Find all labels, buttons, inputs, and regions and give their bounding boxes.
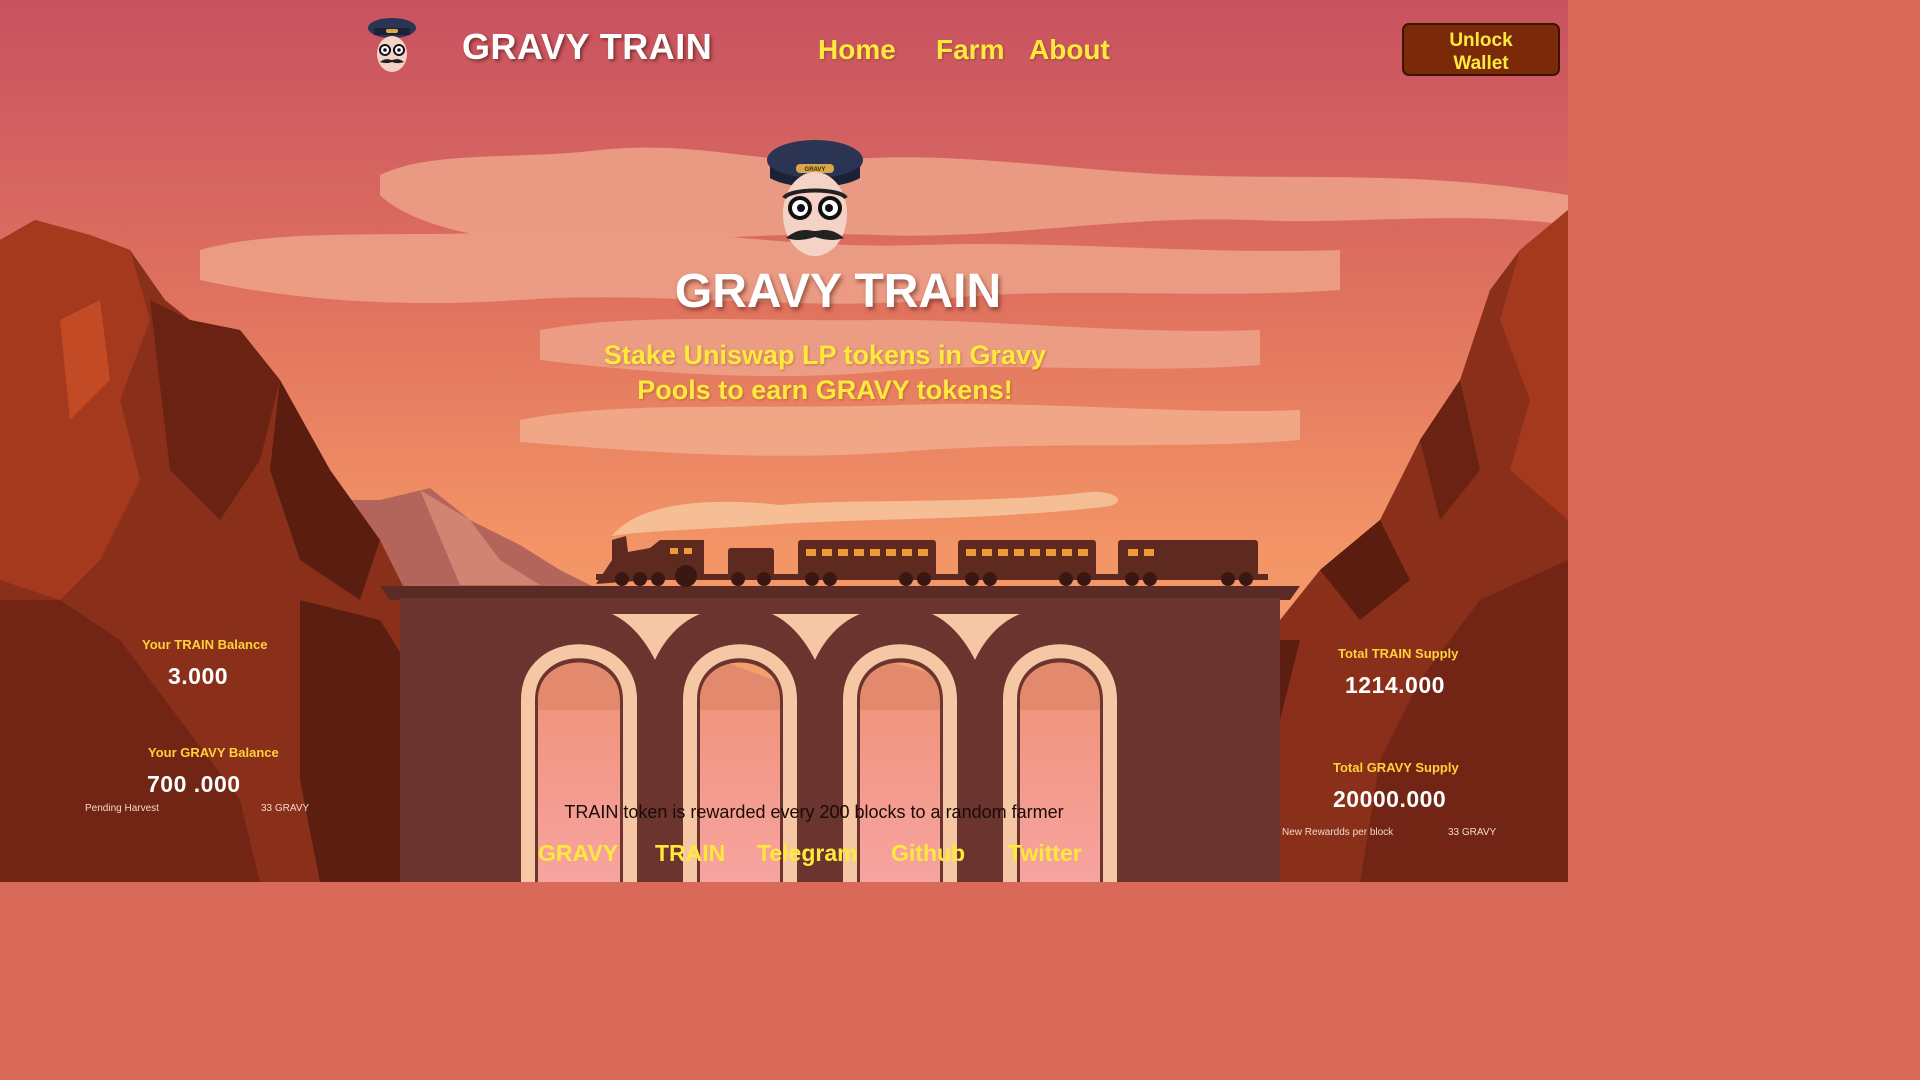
unlock-wallet-label-line2: Wallet [1453, 53, 1509, 74]
footer-train-link[interactable]: TRAIN [655, 840, 725, 867]
footer-telegram-link[interactable]: Telegram [757, 840, 858, 867]
hero-subtitle: Stake Uniswap LP tokens in Gravy Pools t… [580, 338, 1070, 408]
new-rewards-per-block-label: New Rewardds per block [1282, 827, 1394, 838]
bridge [380, 586, 1300, 882]
footer-twitter-link[interactable]: Twitter [1008, 840, 1082, 867]
nav-home-link[interactable]: Home [818, 34, 896, 66]
your-train-balance-value: 3.000 [168, 663, 229, 689]
footer-github-link[interactable]: Github [891, 840, 965, 867]
total-train-supply-value: 1214.000 [1345, 672, 1445, 698]
pending-harvest-label: Pending Harvest [85, 803, 159, 814]
unlock-wallet-button[interactable]: Unlock Wallet [1402, 23, 1560, 76]
footer-gravy-link[interactable]: GRAVY [538, 840, 618, 867]
new-rewards-per-block-value: 33 GRAVY [1448, 827, 1497, 838]
unlock-wallet-label-line1: Unlock [1449, 30, 1513, 51]
hero-title: GRAVY TRAIN [674, 265, 1002, 318]
logo-mascot-icon[interactable] [364, 14, 420, 82]
hero-mascot-icon: GRAVY [760, 138, 870, 266]
your-gravy-balance-label: Your GRAVY Balance [148, 745, 279, 760]
total-train-supply-label: Total TRAIN Supply [1338, 646, 1459, 661]
pending-harvest-value: 33 GRAVY [261, 803, 310, 814]
hero-subtitle-line2: Pools to earn GRAVY tokens! [637, 375, 1013, 405]
reward-note: TRAIN token is rewarded every 200 blocks… [564, 802, 1064, 822]
your-gravy-balance-value: 700 .000 [147, 771, 241, 797]
your-train-balance-label: Your TRAIN Balance [142, 637, 268, 652]
total-gravy-supply-label: Total GRAVY Supply [1333, 760, 1459, 775]
total-gravy-supply-value: 20000.000 [1333, 786, 1447, 812]
nav-farm-link[interactable]: Farm [936, 34, 1004, 66]
hero-subtitle-line1: Stake Uniswap LP tokens in Gravy [603, 340, 1047, 370]
nav-about-link[interactable]: About [1029, 34, 1110, 66]
brand-title: GRAVY TRAIN [462, 26, 713, 67]
